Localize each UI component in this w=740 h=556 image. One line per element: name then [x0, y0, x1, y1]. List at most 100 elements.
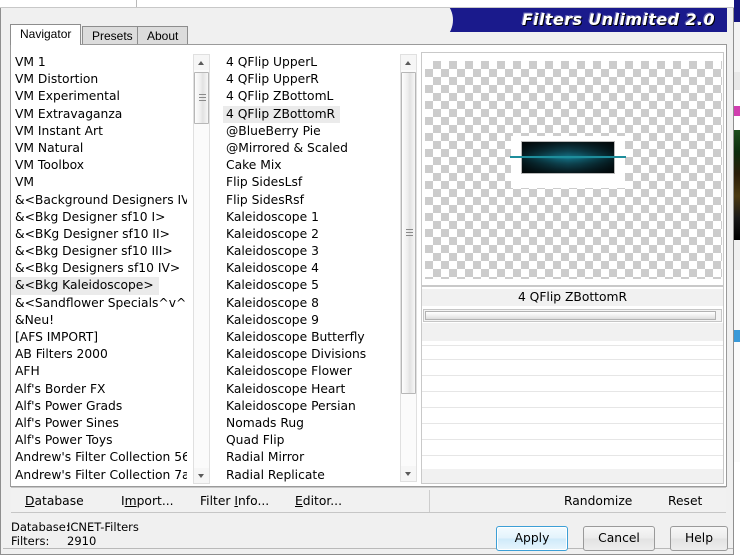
- bg-strip: [734, 270, 740, 330]
- import-button[interactable]: Import...: [121, 492, 174, 510]
- category-list-item[interactable]: VM 1: [11, 54, 187, 71]
- scroll-up-icon[interactable]: [401, 55, 416, 70]
- filter-list-item[interactable]: 4 QFlip UpperR: [223, 71, 395, 88]
- bg-strip: [734, 462, 740, 555]
- filter-list-item[interactable]: @Mirrored & Scaled: [223, 140, 395, 157]
- scroll-down-icon[interactable]: [401, 466, 416, 481]
- category-list-item[interactable]: &<Sandflower Specials^v^ >: [11, 295, 187, 312]
- filter-list-item[interactable]: Kaleidoscope 2: [223, 226, 395, 243]
- parameter-row-separator: [422, 455, 723, 456]
- filter-list-item[interactable]: Radial Mirror: [223, 449, 395, 466]
- filter-list-item[interactable]: Kaleidoscope 4: [223, 260, 395, 277]
- filter-list-item[interactable]: Quad Flip: [223, 432, 395, 449]
- category-list-item[interactable]: Alf's Power Toys: [11, 432, 187, 449]
- scroll-up-icon[interactable]: [194, 55, 209, 70]
- filter-list-item[interactable]: Kaleidoscope Butterfly: [223, 329, 395, 346]
- filter-list-item[interactable]: Kaleidoscope 1: [223, 209, 395, 226]
- parameter-scrollbar-thumb[interactable]: [425, 311, 716, 320]
- category-list-item[interactable]: &<Bkg Designer sf10 III>: [11, 243, 187, 260]
- help-button[interactable]: Help: [670, 526, 728, 551]
- database-button[interactable]: Database: [25, 492, 84, 510]
- scrollbar-grip-icon: [199, 94, 206, 102]
- tab-presets[interactable]: Presets: [82, 26, 143, 44]
- scrollbar-grip-icon: [406, 229, 413, 237]
- category-list-item[interactable]: VM: [11, 174, 187, 191]
- parameter-row-band: [422, 469, 723, 483]
- filter-list-item[interactable]: Cake Mix: [223, 157, 395, 174]
- category-list-item[interactable]: [AFS IMPORT]: [11, 329, 187, 346]
- editor-button[interactable]: Editor...: [295, 492, 342, 510]
- filter-list-item[interactable]: Kaleidoscope Divisions: [223, 346, 395, 363]
- category-list-item[interactable]: &<Bkg Designers sf10 IV>: [11, 260, 187, 277]
- category-list-item[interactable]: Alf's Power Grads: [11, 398, 187, 415]
- parameters-panel: 4 QFlip ZBottomR: [421, 286, 724, 484]
- parameter-row-band: [422, 323, 723, 341]
- filter-list-scrollbar[interactable]: [400, 54, 417, 482]
- filter-list-item[interactable]: Kaleidoscope Persian: [223, 398, 395, 415]
- cancel-button[interactable]: Cancel: [583, 526, 655, 551]
- filter-list-item[interactable]: Kaleidoscope 3: [223, 243, 395, 260]
- scroll-down-icon[interactable]: [194, 468, 209, 483]
- bg-strip: [734, 330, 740, 342]
- category-list-item[interactable]: &<BKg Designer sf10 II>: [11, 226, 187, 243]
- category-list-item[interactable]: VM Toolbox: [11, 157, 187, 174]
- category-list-item[interactable]: Alf's Power Sines: [11, 415, 187, 432]
- filter-list-item[interactable]: Kaleidoscope Heart: [223, 381, 395, 398]
- tab-about[interactable]: About: [137, 26, 188, 44]
- category-list[interactable]: VM 1VM DistortionVM ExperimentalVM Extra…: [11, 54, 187, 484]
- filter-list-item[interactable]: 4 QFlip ZBottomL: [223, 88, 395, 105]
- scrollbar-thumb[interactable]: [401, 72, 416, 394]
- filter-list-item[interactable]: Flip SidesRsf: [223, 192, 395, 209]
- filter-list-item[interactable]: Radial Replicate: [223, 467, 395, 483]
- category-list-item[interactable]: VM Distortion: [11, 71, 187, 88]
- randomize-button[interactable]: Randomize: [564, 492, 632, 510]
- bg-strip: [734, 0, 740, 22]
- category-list-item[interactable]: &<Bkg Kaleidoscope>: [11, 277, 159, 294]
- filter-list-item[interactable]: Kaleidoscope Flower: [223, 363, 395, 380]
- scrollbar-thumb[interactable]: [194, 72, 209, 124]
- category-list-item[interactable]: VM Instant Art: [11, 123, 187, 140]
- bg-strip: [734, 72, 740, 90]
- apply-button[interactable]: Apply: [496, 526, 568, 551]
- category-list-item[interactable]: VM Extravaganza: [11, 106, 187, 123]
- parameter-panel-title: 4 QFlip ZBottomR: [422, 289, 723, 306]
- filter-list-item[interactable]: Kaleidoscope 5: [223, 277, 395, 294]
- parameter-row-separator: [422, 345, 723, 346]
- bg-strip: [734, 240, 740, 270]
- filters-unlimited-window: Filters Unlimited 2.0 Navigator Presets …: [0, 0, 740, 555]
- bg-strip: [734, 106, 740, 116]
- category-list-scrollbar[interactable]: [193, 54, 210, 484]
- category-list-item[interactable]: AB Filters 2000: [11, 346, 187, 363]
- category-list-item[interactable]: AFH: [11, 363, 187, 380]
- dialog-button-bar: Apply Cancel Help: [496, 526, 726, 553]
- dialog-body: Filters Unlimited 2.0 Navigator Presets …: [0, 8, 734, 555]
- parameter-row-separator: [422, 359, 723, 360]
- title-banner: Filters Unlimited 2.0: [425, 8, 727, 32]
- category-list-item[interactable]: Alf's Border FX: [11, 381, 187, 398]
- filter-list-item[interactable]: Nomads Rug: [223, 415, 395, 432]
- category-list-item[interactable]: &<Background Designers IV>: [11, 192, 187, 209]
- background-window-sliver: [734, 0, 740, 555]
- filter-info-button[interactable]: Filter Info...: [200, 492, 269, 510]
- category-list-item[interactable]: VM Natural: [11, 140, 187, 157]
- reset-button[interactable]: Reset: [668, 492, 702, 510]
- filter-list[interactable]: 4 QFlip UpperL4 QFlip UpperR4 QFlip ZBot…: [223, 54, 395, 482]
- filter-list-item[interactable]: @BlueBerry Pie: [223, 123, 395, 140]
- bg-strip: [734, 116, 740, 130]
- category-list-item[interactable]: &<Bkg Designer sf10 I>: [11, 209, 187, 226]
- filter-list-item[interactable]: Flip SidesLsf: [223, 174, 395, 191]
- parameter-horizontal-scrollbar[interactable]: [423, 309, 722, 322]
- category-list-item[interactable]: VM Experimental: [11, 88, 187, 105]
- filter-list-item[interactable]: 4 QFlip UpperL: [223, 54, 395, 71]
- bg-strip: [734, 22, 740, 72]
- filter-list-item[interactable]: Kaleidoscope 8: [223, 295, 395, 312]
- filter-list-item[interactable]: Kaleidoscope 9: [223, 312, 395, 329]
- preview-panel[interactable]: [421, 52, 724, 286]
- parameter-row-separator: [422, 391, 723, 392]
- filter-list-item[interactable]: 4 QFlip ZBottomR: [223, 106, 340, 123]
- parameter-row-separator: [422, 439, 723, 440]
- tab-navigator[interactable]: Navigator: [10, 24, 81, 45]
- category-list-item[interactable]: &Neu!: [11, 312, 187, 329]
- category-list-item[interactable]: Andrew's Filter Collection 7a: [11, 467, 187, 484]
- category-list-item[interactable]: Andrew's Filter Collection 56: [11, 449, 187, 466]
